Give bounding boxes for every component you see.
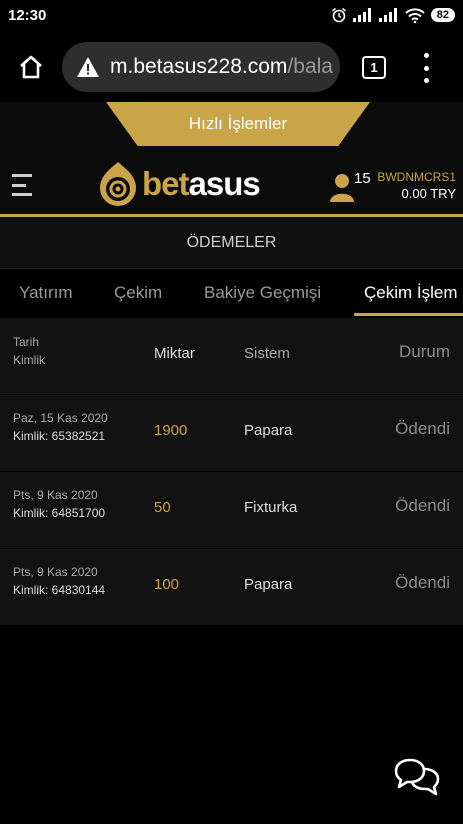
row-system: Papara <box>244 422 293 439</box>
more-vert-icon[interactable] <box>418 53 434 83</box>
site-header: Hızlı İşlemler betasus 15 BWDNMCRS1 0.00… <box>0 102 463 214</box>
page-title: ÖDEMELER <box>0 217 463 269</box>
user-icon[interactable] <box>330 172 354 202</box>
tab-switcher-button[interactable]: 1 <box>362 56 386 79</box>
username[interactable]: BWDNMCRS1 <box>377 170 456 184</box>
tab-withdraw[interactable]: Çekim <box>114 283 162 303</box>
row-id: Kimlik: 64830144 <box>13 583 106 597</box>
table-row[interactable]: Pts, 9 Kas 2020 Kimlik: 64851700 50 Fixt… <box>0 472 463 549</box>
logo-mark-icon <box>100 162 136 206</box>
row-status: Ödendi <box>395 419 450 438</box>
transactions-table: Tarih Kimlik Miktar Sistem Durum Paz, 15… <box>0 318 463 626</box>
chat-icon[interactable] <box>394 756 440 798</box>
row-amount: 50 <box>154 499 171 516</box>
row-date: Pts, 9 Kas 2020 <box>13 565 98 579</box>
row-status: Ödendi <box>395 573 450 592</box>
table-row[interactable]: Pts, 9 Kas 2020 Kimlik: 64830144 100 Pap… <box>0 549 463 626</box>
header-date: Tarih <box>13 335 40 349</box>
site-logo[interactable]: betasus <box>98 160 261 208</box>
signal-icon <box>378 8 397 22</box>
header-id: Kimlik <box>13 353 45 367</box>
hamburger-menu-icon[interactable] <box>12 174 34 196</box>
row-system: Papara <box>244 576 293 593</box>
warning-icon <box>77 57 99 77</box>
home-icon <box>20 55 42 79</box>
row-date: Pts, 9 Kas 2020 <box>13 488 98 502</box>
row-date-id: Pts, 9 Kas 2020 Kimlik: 64830144 <box>13 563 105 599</box>
payment-tabs: Yatırım Çekim Bakiye Geçmişi Çekim İşlem <box>0 269 463 318</box>
row-date-id: Pts, 9 Kas 2020 Kimlik: 64851700 <box>13 486 105 522</box>
logo-part-asus: asus <box>188 165 261 202</box>
row-date: Paz, 15 Kas 2020 <box>13 411 108 425</box>
status-time: 12:30 <box>8 7 47 24</box>
url-domain: m.betasus228.com <box>110 55 288 78</box>
browser-toolbar: m.betasus228.com/bala 1 <box>0 32 463 102</box>
header-date-id: Tarih Kimlik <box>13 333 45 369</box>
tab-balance-history[interactable]: Bakiye Geçmişi <box>204 283 321 303</box>
active-tab-indicator <box>354 313 463 316</box>
tab-deposit[interactable]: Yatırım <box>19 283 73 303</box>
url-text: m.betasus228.com/bala <box>110 55 333 79</box>
row-system: Fixturka <box>244 499 298 516</box>
row-id: Kimlik: 64851700 <box>13 506 106 520</box>
row-amount: 100 <box>154 576 180 593</box>
logo-part-bet: bet <box>142 165 189 202</box>
url-path: /bala <box>287 55 333 78</box>
wifi-icon <box>405 7 425 23</box>
quick-actions-tab[interactable]: Hızlı İşlemler <box>106 102 370 146</box>
row-id: Kimlik: 65382521 <box>13 429 106 443</box>
status-icons: 82 <box>331 7 455 23</box>
header-status: Durum <box>398 342 450 361</box>
home-button[interactable] <box>14 50 48 84</box>
user-notification-count[interactable]: 15 <box>354 170 371 187</box>
row-amount: 1900 <box>154 422 188 439</box>
user-balance: 0.00 TRY <box>401 186 456 201</box>
status-bar: 12:30 82 <box>0 0 463 32</box>
row-status: Ödendi <box>395 496 450 515</box>
header-system: Sistem <box>244 345 290 362</box>
logo-wordmark: betasus <box>142 165 261 203</box>
battery-icon: 82 <box>430 8 455 22</box>
address-bar[interactable]: m.betasus228.com/bala <box>62 42 340 92</box>
row-date-id: Paz, 15 Kas 2020 Kimlik: 65382521 <box>13 409 108 445</box>
table-row[interactable]: Paz, 15 Kas 2020 Kimlik: 65382521 1900 P… <box>0 395 463 472</box>
signal-icon <box>352 8 371 22</box>
table-header-row: Tarih Kimlik Miktar Sistem Durum <box>0 318 463 395</box>
tab-withdraw-transactions[interactable]: Çekim İşlem <box>364 283 458 303</box>
alarm-icon <box>331 7 346 23</box>
header-amount: Miktar <box>154 345 195 362</box>
